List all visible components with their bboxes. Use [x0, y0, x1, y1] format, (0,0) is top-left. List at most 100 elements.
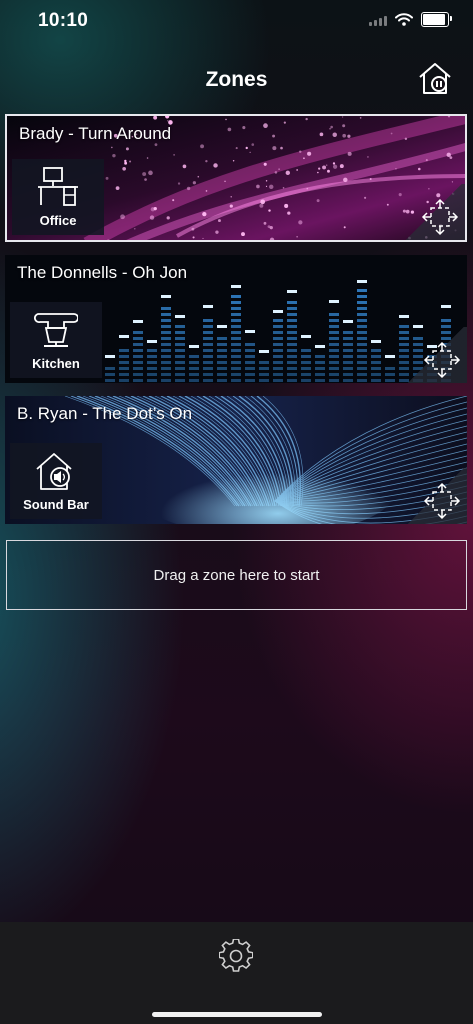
particle-dot	[227, 127, 232, 132]
particle-dot	[417, 167, 421, 171]
status-icons	[369, 12, 452, 27]
equalizer-segment	[147, 361, 157, 364]
particle-dot	[205, 190, 208, 192]
particle-dot	[218, 219, 221, 222]
drag-handle[interactable]	[405, 327, 467, 383]
equalizer-segment	[217, 373, 227, 376]
particle-dot	[256, 184, 260, 189]
equalizer-peak	[259, 350, 269, 353]
equalizer-segment	[301, 361, 311, 364]
particle-dot	[296, 235, 298, 238]
equalizer-segment	[119, 367, 129, 370]
equalizer-segment	[217, 343, 227, 346]
particle-dot	[259, 203, 264, 208]
equalizer-segment	[203, 319, 213, 322]
equalizer-peak	[329, 300, 339, 303]
particle-dot	[191, 227, 195, 231]
equalizer-segment	[119, 349, 129, 352]
particle-dot	[105, 176, 109, 180]
zone-now-playing: Brady - Turn Around	[19, 124, 172, 143]
equalizer-segment	[147, 349, 157, 352]
equalizer-peak	[133, 320, 143, 323]
equalizer-segment	[245, 349, 255, 352]
particle-dot	[322, 165, 327, 170]
wifi-icon	[395, 13, 413, 26]
zone-card-kitchen[interactable]: The Donnells - Oh Jon Kitchen	[5, 255, 467, 383]
equalizer-segment	[385, 373, 395, 376]
equalizer-segment	[231, 361, 241, 364]
equalizer-segment	[133, 343, 143, 346]
particle-dot	[263, 221, 267, 225]
equalizer-peak	[189, 345, 199, 348]
equalizer-segment	[161, 373, 171, 376]
equalizer-peak	[119, 335, 129, 338]
equalizer-segment	[203, 325, 213, 328]
equalizer-segment	[175, 337, 185, 340]
equalizer-segment	[329, 355, 339, 358]
equalizer-segment	[273, 355, 283, 358]
equalizer-segment	[203, 373, 213, 376]
equalizer-segment	[357, 361, 367, 364]
equalizer-segment	[273, 319, 283, 322]
equalizer-segment	[315, 355, 325, 358]
home-pause-button[interactable]	[417, 60, 453, 96]
particle-dot	[192, 236, 195, 239]
room-label: Office	[39, 213, 77, 228]
particle-dot	[332, 162, 336, 165]
room-label: Sound Bar	[23, 497, 89, 512]
equalizer-segment	[371, 355, 381, 358]
equalizer-segment	[231, 343, 241, 346]
equalizer-peak	[371, 340, 381, 343]
equalizer-segment	[231, 379, 241, 382]
equalizer-segment	[175, 325, 185, 328]
drag-handle[interactable]	[403, 184, 465, 240]
equalizer-segment	[231, 325, 241, 328]
equalizer-segment	[287, 325, 297, 328]
room-tile[interactable]: Kitchen	[10, 302, 102, 378]
particle-dot	[122, 166, 126, 171]
particle-dot	[192, 181, 196, 185]
particle-dot	[306, 187, 309, 190]
equalizer-peak	[385, 355, 395, 358]
particle-dot	[177, 182, 181, 185]
drop-zone[interactable]: Drag a zone here to start	[6, 540, 467, 610]
equalizer-segment	[175, 355, 185, 358]
equalizer-segment	[119, 355, 129, 358]
particle-dot	[125, 147, 129, 151]
equalizer-segment	[245, 343, 255, 346]
equalizer-segment	[161, 361, 171, 364]
desk-computer-icon	[38, 167, 78, 206]
equalizer-segment	[287, 355, 297, 358]
equalizer-segment	[287, 343, 297, 346]
equalizer-segment	[273, 325, 283, 328]
equalizer-segment	[161, 349, 171, 352]
equalizer-peak	[301, 335, 311, 338]
equalizer-segment	[287, 319, 297, 322]
drag-handle[interactable]	[405, 468, 467, 524]
equalizer-segment	[175, 373, 185, 376]
equalizer-segment	[175, 367, 185, 370]
particle-dot	[232, 160, 235, 162]
particle-dot	[173, 154, 175, 156]
particle-dot	[268, 209, 271, 212]
equalizer-segment	[371, 373, 381, 376]
zone-card-office[interactable]: Brady - Turn Around Office	[5, 114, 467, 242]
particle-dot	[347, 134, 351, 138]
room-tile[interactable]: Office	[12, 159, 104, 235]
equalizer-segment	[217, 355, 227, 358]
equalizer-segment	[133, 379, 143, 382]
equalizer-segment	[343, 373, 353, 376]
zone-card-sound-bar[interactable]: B. Ryan - The Dot’s On Sound Bar	[5, 396, 467, 524]
move-arrows-icon	[423, 482, 461, 520]
room-tile[interactable]: Sound Bar	[10, 443, 102, 519]
particle-dot	[317, 171, 319, 174]
equalizer-segment	[329, 331, 339, 334]
equalizer-segment	[287, 301, 297, 304]
equalizer-segment	[357, 301, 367, 304]
particle-dot	[245, 146, 248, 150]
equalizer-segment	[175, 349, 185, 352]
equalizer-segment	[203, 331, 213, 334]
equalizer-segment	[133, 337, 143, 340]
equalizer-segment	[133, 367, 143, 370]
settings-button[interactable]	[219, 939, 253, 973]
